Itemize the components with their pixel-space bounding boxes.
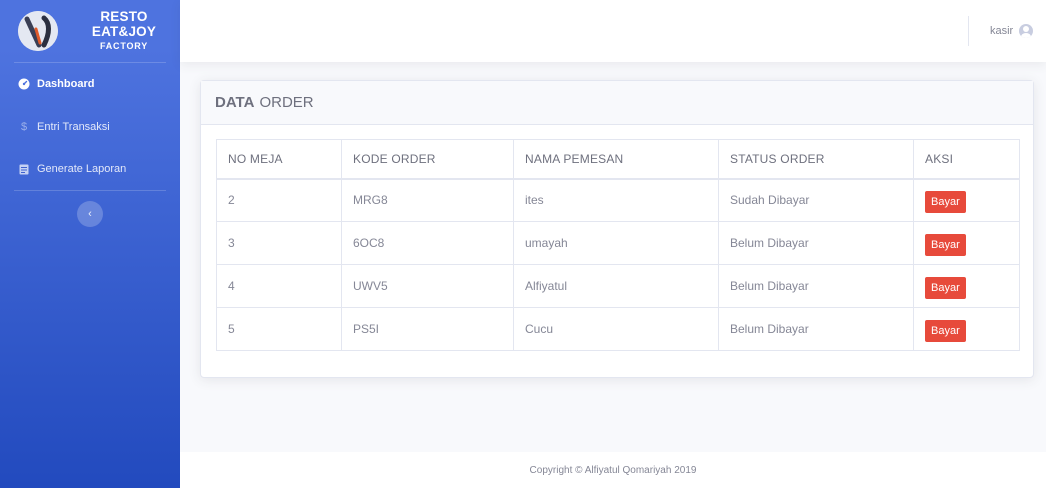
column-header-kode-order: KODE ORDER — [341, 139, 514, 180]
copyright-text: Copyright © Alfiyatul Qomariyah 2019 — [529, 464, 697, 476]
cell-aksi: Bayar — [913, 307, 1020, 351]
cell-nama-pemesan: Alfiyatul — [513, 264, 719, 308]
brand-subtitle: FACTORY — [99, 40, 149, 51]
footer: Copyright © Alfiyatul Qomariyah 2019 — [180, 452, 1046, 488]
table-row: 4 UWV5 Alfiyatul Belum Dibayar Bayar — [216, 264, 1020, 308]
cell-aksi: Bayar — [913, 221, 1020, 265]
order-table: NO MEJA KODE ORDER NAMA PEMESAN STATUS O… — [216, 139, 1020, 351]
table-row: 3 6OC8 umayah Belum Dibayar Bayar — [216, 221, 1020, 265]
brand-logo — [18, 11, 58, 51]
bayar-button[interactable]: Bayar — [925, 234, 966, 256]
cell-status-order: Sudah Dibayar — [718, 178, 914, 222]
sidebar-item-label: Generate Laporan — [37, 163, 127, 175]
cell-status-order: Belum Dibayar — [718, 221, 914, 265]
cell-no-meja: 5 — [216, 307, 342, 351]
sidebar-item-label: Entri Transaksi — [37, 121, 110, 133]
data-order-card: DATA ORDER NO MEJA KODE ORDER NAMA PEMES… — [200, 80, 1034, 378]
cell-aksi: Bayar — [913, 264, 1020, 308]
cell-kode-order: 6OC8 — [341, 221, 514, 265]
topbar: kasir — [180, 0, 1046, 62]
sidebar-toggle-button[interactable]: ‹ — [77, 201, 103, 227]
cell-kode-order: UWV5 — [341, 264, 514, 308]
chevron-left-icon: ‹ — [88, 208, 92, 220]
card-title-rest: ORDER — [259, 94, 314, 111]
cell-nama-pemesan: Cucu — [513, 307, 719, 351]
card-title-bold: DATA — [215, 94, 255, 111]
tachometer-icon — [17, 78, 31, 90]
cell-status-order: Belum Dibayar — [718, 307, 914, 351]
column-header-nama-pemesan: NAMA PEMESAN — [513, 139, 719, 180]
sidebar-divider — [14, 190, 166, 191]
user-menu[interactable]: kasir — [990, 24, 1034, 38]
user-name: kasir — [990, 25, 1014, 37]
cell-nama-pemesan: ites — [513, 178, 719, 222]
cell-no-meja: 4 — [216, 264, 342, 308]
column-header-no-meja: NO MEJA — [216, 139, 342, 180]
sidebar-item-dashboard[interactable]: Dashboard — [0, 63, 180, 105]
card-header: DATA ORDER — [201, 81, 1033, 125]
brand[interactable]: RESTO EAT&JOY FACTORY — [0, 0, 180, 62]
sidebar-item-generate-laporan[interactable]: Generate Laporan — [0, 148, 180, 190]
table-header-row: NO MEJA KODE ORDER NAMA PEMESAN STATUS O… — [216, 139, 1020, 180]
cell-nama-pemesan: umayah — [513, 221, 719, 265]
cell-kode-order: PS5I — [341, 307, 514, 351]
cell-no-meja: 2 — [216, 178, 342, 222]
cell-no-meja: 3 — [216, 221, 342, 265]
sidebar-item-entri-transaksi[interactable]: $ Entri Transaksi — [0, 106, 180, 148]
dollar-icon: $ — [20, 121, 28, 133]
cell-kode-order: MRG8 — [341, 178, 514, 222]
topbar-divider — [968, 16, 969, 46]
document-icon — [17, 164, 31, 175]
bayar-button[interactable]: Bayar — [925, 191, 966, 214]
cell-status-order: Belum Dibayar — [718, 264, 914, 308]
column-header-aksi: AKSI — [913, 139, 1020, 180]
table-row: 2 MRG8 ites Sudah Dibayar Bayar — [216, 178, 1020, 222]
sidebar: RESTO EAT&JOY FACTORY Dashboard $ Entri … — [0, 0, 180, 488]
user-circle-icon — [1019, 24, 1034, 38]
brand-title: RESTO EAT&JOY — [91, 9, 157, 40]
table-row: 5 PS5I Cucu Belum Dibayar Bayar — [216, 307, 1020, 351]
column-header-status-order: STATUS ORDER — [718, 139, 914, 180]
bayar-button[interactable]: Bayar — [925, 277, 966, 299]
cell-aksi: Bayar — [913, 178, 1020, 222]
bayar-button[interactable]: Bayar — [925, 320, 966, 342]
sidebar-item-label: Dashboard — [37, 78, 95, 90]
